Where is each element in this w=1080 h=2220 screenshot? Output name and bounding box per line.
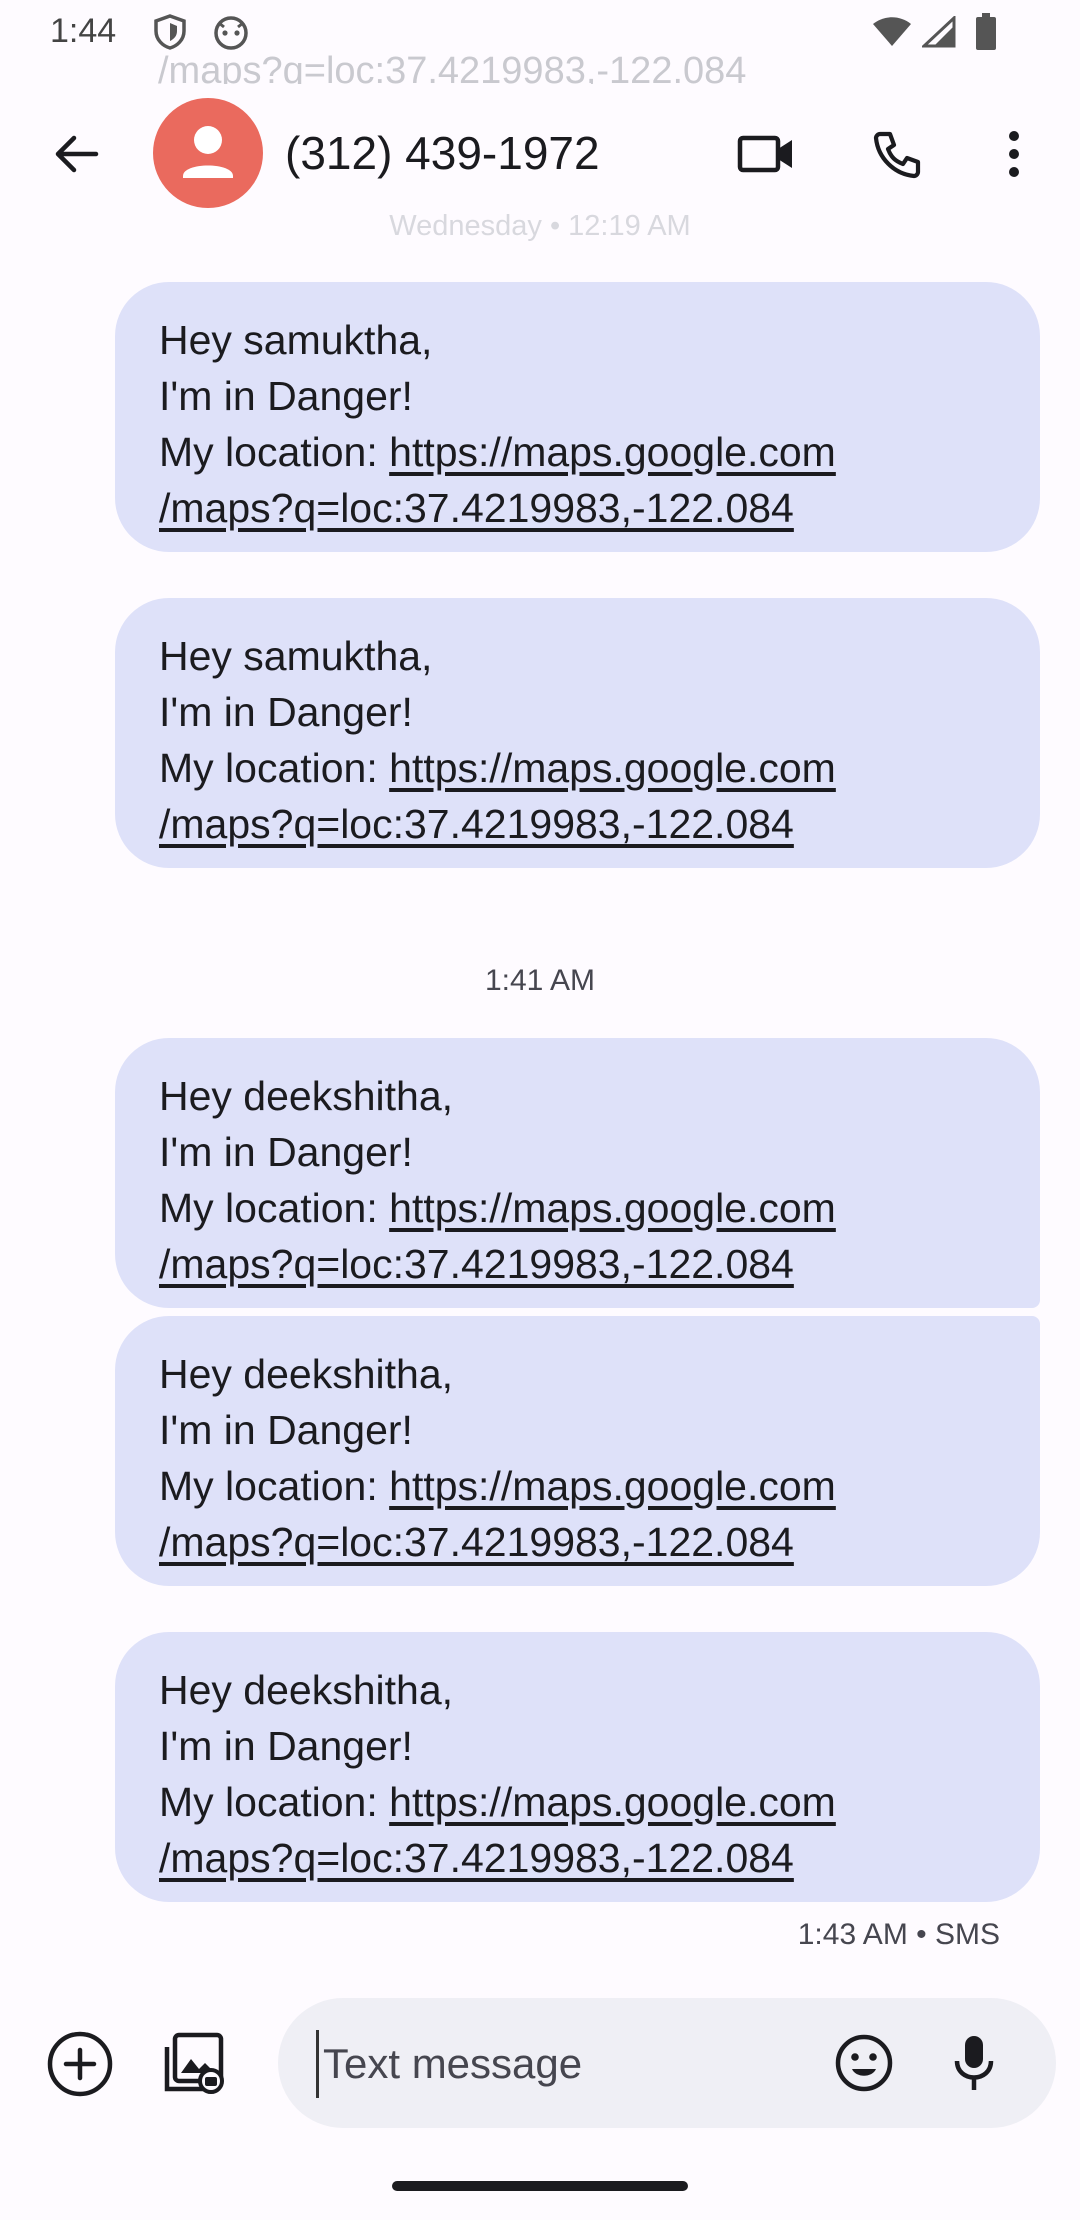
emoji-smile-icon: [835, 2034, 893, 2092]
gallery-button[interactable]: [154, 2026, 230, 2102]
message-alert: I'm in Danger!: [159, 689, 413, 735]
compose-bar: [278, 1998, 1056, 2128]
back-arrow-icon: [55, 135, 99, 173]
location-link-continued[interactable]: /maps?q=loc:37.4219983,-122.084: [159, 1236, 996, 1292]
timestamp-divider: 1:41 AM: [484, 964, 596, 997]
message-alert: I'm in Danger!: [159, 1129, 413, 1175]
status-time: 1:44: [50, 12, 117, 50]
phone-icon: [873, 131, 921, 179]
location-link-continued[interactable]: /maps?q=loc:37.4219983,-122.084: [159, 796, 996, 852]
video-call-button[interactable]: [728, 116, 804, 192]
message-greeting: Hey deekshitha,: [159, 1667, 454, 1713]
more-options-button[interactable]: [976, 116, 1052, 192]
message-greeting: Hey samuktha,: [159, 633, 433, 679]
scrolled-message-fragment: /maps?q=loc:37.4219983,-122.084: [158, 50, 747, 84]
voice-call-button[interactable]: [860, 116, 936, 192]
location-label: My location:: [159, 1463, 390, 1509]
add-attachment-button[interactable]: [42, 2026, 118, 2102]
message-greeting: Hey samuktha,: [159, 317, 433, 363]
back-button[interactable]: [40, 118, 112, 190]
contact-avatar[interactable]: [153, 98, 263, 208]
add-circle-icon: [47, 2031, 113, 2097]
location-label: My location:: [159, 1779, 390, 1825]
message-greeting: Hey deekshitha,: [159, 1351, 454, 1397]
message-alert: I'm in Danger!: [159, 373, 413, 419]
message-input[interactable]: [316, 2030, 805, 2098]
location-link-continued[interactable]: /maps?q=loc:37.4219983,-122.084: [159, 480, 996, 536]
gesture-nav-handle[interactable]: [392, 2181, 688, 2191]
sent-message-bubble[interactable]: Hey deekshitha, I'm in Danger! My locati…: [115, 1038, 1040, 1308]
sent-message-bubble[interactable]: Hey samuktha, I'm in Danger! My location…: [115, 282, 1040, 552]
wifi-icon: [872, 16, 912, 53]
location-label: My location:: [159, 745, 390, 791]
sent-message-bubble[interactable]: Hey deekshitha, I'm in Danger! My locati…: [115, 1316, 1040, 1586]
location-link[interactable]: https://maps.google.com: [389, 1779, 836, 1825]
location-link-continued[interactable]: /maps?q=loc:37.4219983,-122.084: [159, 1514, 996, 1570]
avatar-person-icon: [183, 126, 233, 178]
vpn-shield-icon: [153, 14, 187, 55]
location-link[interactable]: https://maps.google.com: [389, 429, 836, 475]
message-status-meta: 1:43 AM • SMS: [797, 1918, 1000, 1951]
conversation-header: (312) 439-1972: [0, 88, 1080, 218]
location-link[interactable]: https://maps.google.com: [389, 745, 836, 791]
location-link-continued[interactable]: /maps?q=loc:37.4219983,-122.084: [159, 1830, 996, 1886]
sent-message-bubble[interactable]: Hey deekshitha, I'm in Danger! My locati…: [115, 1632, 1040, 1902]
microphone-icon: [954, 2036, 994, 2090]
more-vert-icon: [1009, 131, 1019, 177]
voice-input-button[interactable]: [936, 2025, 1012, 2101]
location-label: My location:: [159, 429, 390, 475]
emoji-button[interactable]: [826, 2025, 902, 2101]
gallery-image-icon: [164, 2032, 224, 2094]
message-alert: I'm in Danger!: [159, 1723, 413, 1769]
sent-message-bubble[interactable]: Hey samuktha, I'm in Danger! My location…: [115, 598, 1040, 868]
battery-icon: [975, 13, 997, 56]
video-call-icon: [737, 135, 792, 173]
android-face-icon: [212, 14, 250, 55]
cell-signal-icon: [920, 14, 956, 53]
contact-title[interactable]: (312) 439-1972: [285, 126, 600, 180]
location-label: My location:: [159, 1185, 390, 1231]
location-link[interactable]: https://maps.google.com: [389, 1463, 836, 1509]
message-greeting: Hey deekshitha,: [159, 1073, 454, 1119]
message-alert: I'm in Danger!: [159, 1407, 413, 1453]
location-link[interactable]: https://maps.google.com: [389, 1185, 836, 1231]
